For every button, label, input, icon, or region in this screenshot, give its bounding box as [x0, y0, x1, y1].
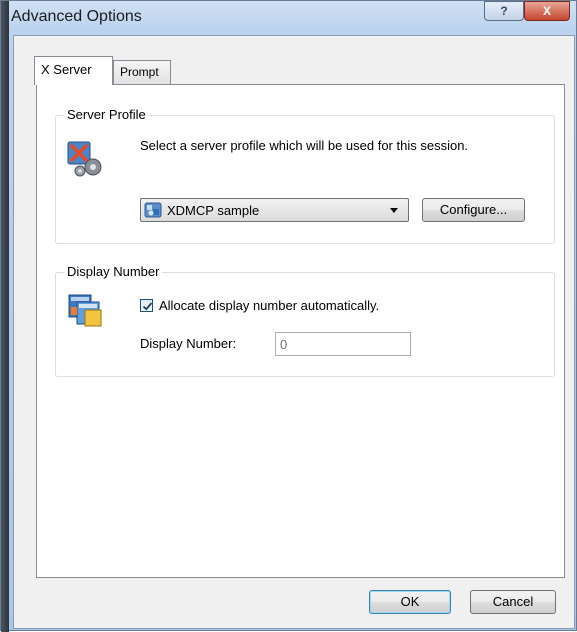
- configure-button[interactable]: Configure...: [422, 198, 525, 222]
- display-number-label: Display Number:: [140, 336, 237, 351]
- background-edge: [1, 1, 9, 632]
- server-profile-group: Server Profile Select a server profile w…: [55, 107, 555, 244]
- server-gear-icon: [66, 138, 106, 178]
- title-bar[interactable]: Advanced Options ? X: [9, 1, 577, 35]
- chevron-down-icon: [390, 208, 398, 213]
- display-number-group: Display Number Allocate display number a…: [55, 264, 555, 377]
- selected-profile-value: XDMCP sample: [167, 203, 260, 218]
- server-profile-group-title: Server Profile: [64, 107, 149, 122]
- x-server-tab-panel: Server Profile Select a server profile w…: [36, 84, 565, 578]
- dialog-client-area: X Server Prompt Server Profile Select a: [13, 35, 575, 629]
- dialog-window: Advanced Options ? X X Server Prompt Ser…: [0, 0, 577, 632]
- help-button[interactable]: ?: [484, 1, 524, 21]
- server-profile-description: Select a server profile which will be us…: [140, 138, 469, 153]
- cancel-button[interactable]: Cancel: [470, 590, 556, 614]
- close-button[interactable]: X: [524, 1, 570, 21]
- windows-stack-icon: [68, 293, 104, 329]
- allocate-automatically-label[interactable]: Allocate display number automatically.: [159, 298, 379, 313]
- display-number-field[interactable]: [275, 332, 411, 356]
- tab-x-server[interactable]: X Server: [34, 56, 113, 85]
- display-number-group-title: Display Number: [64, 264, 163, 279]
- allocate-automatically-checkbox[interactable]: [140, 299, 153, 312]
- xdmcp-profile-icon: [144, 202, 162, 218]
- window-title: Advanced Options: [11, 8, 142, 25]
- ok-button[interactable]: OK: [369, 590, 451, 614]
- tab-prompt[interactable]: Prompt: [113, 60, 171, 84]
- server-profile-select[interactable]: XDMCP sample: [140, 198, 409, 222]
